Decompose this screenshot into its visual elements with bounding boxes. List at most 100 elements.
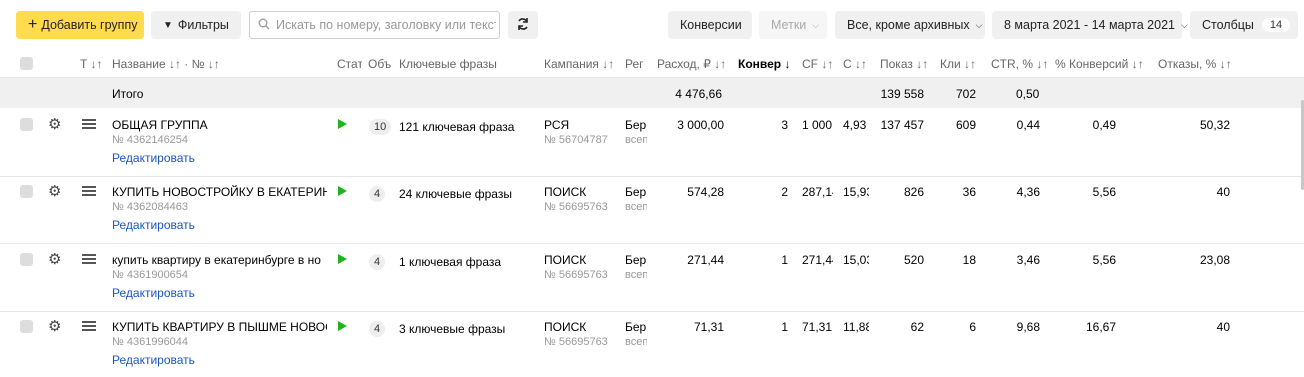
ctr-value: 3,46 bbox=[1016, 253, 1040, 267]
keywords-count[interactable]: 121 ключевая фраза bbox=[399, 120, 539, 134]
cpa-value: 287,14 bbox=[802, 185, 833, 199]
group-number: № 4361996044 bbox=[112, 336, 189, 348]
group-name: КУПИТЬ НОВОСТРОЙКУ В ЕКАТЕРИН bbox=[112, 185, 327, 199]
column-header-bounces[interactable]: Отказы, % ↓↑ bbox=[1158, 57, 1238, 71]
row-checkbox[interactable] bbox=[20, 118, 33, 131]
campaign-number: № 56695763 bbox=[544, 269, 608, 281]
filters-button[interactable]: ▼ Фильтры bbox=[151, 11, 241, 39]
status-filter-dropdown[interactable]: Все, кроме архивных ⌵ bbox=[835, 11, 985, 39]
column-header-cr[interactable]: С ↓↑ bbox=[843, 57, 873, 71]
column-header-spend[interactable]: Расход, ₽ ↓↑ bbox=[657, 57, 729, 71]
conversions-button[interactable]: Конверсии bbox=[668, 11, 752, 39]
column-header-status[interactable]: Стат bbox=[337, 57, 362, 71]
column-header-keywords[interactable]: Ключевые фразы bbox=[399, 57, 534, 71]
date-range-dropdown[interactable]: 8 марта 2021 - 14 марта 2021 ⌵ bbox=[992, 11, 1188, 39]
chevron-down-icon: ⌵ bbox=[975, 19, 983, 30]
column-header-impressions[interactable]: Показ ↓↑ bbox=[880, 57, 935, 71]
row-checkbox[interactable] bbox=[20, 320, 33, 333]
total-row: Итого 4 476,66 139 558 702 0,50 bbox=[0, 78, 1304, 108]
total-spend: 4 476,66 bbox=[675, 87, 722, 101]
clicks-value: 18 bbox=[962, 253, 976, 267]
group-type-icon bbox=[82, 254, 96, 265]
refresh-icon bbox=[516, 17, 530, 34]
search-input[interactable] bbox=[276, 18, 496, 32]
cpa-value: 1 000, bbox=[802, 118, 833, 132]
region-line2: всеп bbox=[625, 336, 647, 348]
impressions-value: 826 bbox=[903, 185, 924, 199]
column-header-campaign[interactable]: Кампания ↓↑ bbox=[544, 57, 618, 71]
add-group-label: Добавить группу bbox=[41, 18, 138, 32]
row-checkbox[interactable] bbox=[20, 253, 33, 266]
impressions-value: 520 bbox=[903, 253, 924, 267]
conversion-pct-value: 5,56 bbox=[1092, 253, 1116, 267]
group-type-icon bbox=[82, 321, 96, 332]
total-ctr: 0,50 bbox=[1016, 87, 1040, 101]
impressions-value: 62 bbox=[910, 320, 924, 334]
select-all-checkbox[interactable] bbox=[20, 57, 33, 70]
gear-icon[interactable]: ⚙ bbox=[48, 317, 61, 335]
campaign-name: ПОИСК bbox=[544, 320, 587, 334]
region-line1: Бер bbox=[625, 118, 647, 132]
edit-link[interactable]: Редактировать bbox=[112, 353, 195, 367]
region-line2: всеп bbox=[625, 134, 647, 146]
column-header-conversions[interactable]: Конвер ↓ bbox=[738, 57, 794, 71]
column-header-name[interactable]: Название ↓↑ · № ↓↑ bbox=[112, 57, 327, 71]
keywords-count[interactable]: 24 ключевые фразы bbox=[399, 187, 539, 201]
group-name: ОБЩАЯ ГРУППА bbox=[112, 118, 208, 132]
plus-icon: + bbox=[28, 16, 38, 33]
edit-link[interactable]: Редактировать bbox=[112, 286, 195, 300]
clicks-value: 36 bbox=[962, 185, 976, 199]
bounces-value: 40 bbox=[1216, 185, 1230, 199]
column-header-clicks[interactable]: Кли ↓↑ bbox=[940, 57, 982, 71]
edit-link[interactable]: Редактировать bbox=[112, 218, 195, 232]
column-header-cpa[interactable]: CF ↓↑ bbox=[802, 57, 836, 71]
column-header-region[interactable]: Рег bbox=[625, 57, 649, 71]
total-label: Итого bbox=[112, 87, 144, 101]
keywords-count[interactable]: 1 ключевая фраза bbox=[399, 255, 539, 269]
status-filter-label: Все, кроме архивных bbox=[847, 18, 970, 32]
refresh-button[interactable] bbox=[508, 11, 538, 39]
conversion-pct-value: 5,56 bbox=[1092, 185, 1116, 199]
columns-button[interactable]: Столбцы 14 bbox=[1190, 11, 1298, 39]
tags-label: Метки bbox=[771, 18, 807, 32]
gear-icon[interactable]: ⚙ bbox=[48, 115, 61, 133]
campaign-number: № 56695763 bbox=[544, 336, 608, 348]
bounces-value: 40 bbox=[1216, 320, 1230, 334]
spend-value: 3 000,00 bbox=[677, 118, 724, 132]
column-header-objects[interactable]: Объ bbox=[368, 57, 393, 71]
conversion-pct-value: 0,49 bbox=[1092, 118, 1116, 132]
active-status-icon bbox=[338, 186, 347, 196]
region-line1: Бер bbox=[625, 185, 647, 199]
ctr-value: 4,36 bbox=[1016, 185, 1040, 199]
clicks-value: 609 bbox=[955, 118, 976, 132]
table-row: ⚙ КУПИТЬ НОВОСТРОЙКУ В ЕКАТЕРИН № 436208… bbox=[0, 177, 1304, 244]
spend-value: 71,31 bbox=[693, 320, 724, 334]
add-group-button[interactable]: + Добавить группу bbox=[16, 11, 144, 39]
active-status-icon bbox=[338, 119, 347, 129]
campaign-number: № 56695763 bbox=[544, 201, 608, 213]
group-number: № 4362084463 bbox=[112, 201, 189, 213]
cpa-value: 271,44 bbox=[802, 253, 833, 267]
conversions-value: 1 bbox=[781, 320, 788, 334]
search-box bbox=[249, 11, 500, 39]
objects-count: 4 bbox=[369, 254, 386, 270]
edit-link[interactable]: Редактировать bbox=[112, 151, 195, 165]
tags-dropdown[interactable]: Метки ⌵ bbox=[759, 11, 827, 39]
campaign-name: ПОИСК bbox=[544, 253, 587, 267]
column-header-conversion-pct[interactable]: % Конверсий ↓↑ bbox=[1055, 57, 1147, 71]
group-number: № 4361900654 bbox=[112, 269, 189, 281]
columns-count-badge: 14 bbox=[1261, 18, 1291, 32]
table-row: ⚙ ОБЩАЯ ГРУППА № 4362146254 Редактироват… bbox=[0, 110, 1304, 177]
column-header-ctr[interactable]: CTR, % ↓↑ bbox=[991, 57, 1049, 71]
column-header-type[interactable]: Т ↓↑ bbox=[80, 57, 102, 71]
columns-label: Столбцы bbox=[1202, 18, 1254, 32]
campaign-number: № 56704787 bbox=[544, 134, 608, 146]
conversions-value: 2 bbox=[781, 185, 788, 199]
gear-icon[interactable]: ⚙ bbox=[48, 250, 61, 268]
table-row: ⚙ купить квартиру в екатеринбурге в но №… bbox=[0, 245, 1304, 312]
campaign-name: ПОИСК bbox=[544, 185, 587, 199]
gear-icon[interactable]: ⚙ bbox=[48, 182, 61, 200]
row-checkbox[interactable] bbox=[20, 185, 33, 198]
keywords-count[interactable]: 3 ключевые фразы bbox=[399, 322, 539, 336]
search-icon bbox=[258, 18, 270, 33]
